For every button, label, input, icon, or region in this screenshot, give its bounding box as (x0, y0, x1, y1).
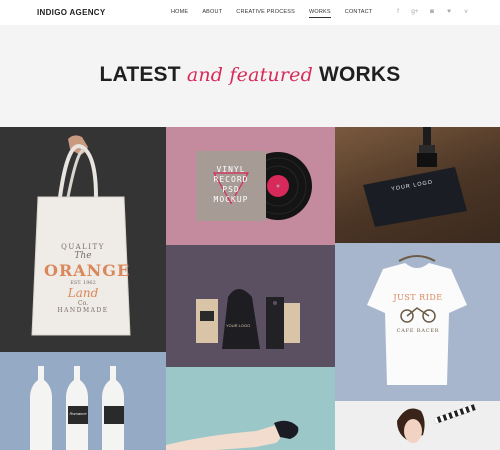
portfolio-tile-model[interactable] (335, 401, 500, 450)
bottle-label-text: Romance (69, 411, 87, 416)
portfolio-tile-shoes[interactable] (166, 367, 335, 450)
portfolio-tile-tote-bag[interactable]: QUALITY The ORANGE EST. 1962 Land Co. HA… (0, 127, 166, 352)
model-illustration (397, 404, 476, 443)
motorcycle-icon (400, 307, 436, 323)
nav-contact[interactable]: CONTACT (345, 9, 373, 18)
vinyl-text-3: PSD (222, 185, 240, 194)
portfolio-tile-business-card[interactable]: YOUR LOGO (335, 127, 500, 243)
vimeo-icon[interactable]: v (462, 8, 470, 15)
portfolio-tile-bottles[interactable]: Romance (0, 352, 166, 450)
shoes-illustration (166, 420, 299, 450)
bags-logo-text: YOUR LOGO (226, 323, 251, 328)
facebook-icon[interactable]: f (394, 8, 402, 15)
portfolio-tile-branding-bags[interactable]: YOUR LOGO (166, 245, 335, 367)
site-header: INDIGO AGENCY HOME ABOUT CREATIVE PROCES… (0, 0, 500, 25)
title-part-works: WORKS (312, 63, 401, 86)
print-orange: ORANGE (44, 261, 131, 280)
print-co: Co. (77, 300, 88, 307)
social-links: f g+ ◙ ♥ v (394, 8, 470, 15)
page-title: LATEST and featured WORKS (0, 63, 500, 87)
main-nav: HOME ABOUT CREATIVE PROCESS WORKS CONTAC… (171, 9, 386, 18)
vinyl-text-1: VINYL (216, 165, 246, 174)
vinyl-cover-text: VINYL RECORD PSD MOCKUP (196, 165, 266, 205)
instagram-icon[interactable]: ◙ (428, 8, 436, 15)
print-quality: QUALITY (61, 243, 105, 251)
portfolio-tile-t-shirt[interactable]: JUST RIDE CAFE RACER (335, 243, 500, 401)
print-land: Land (67, 286, 99, 300)
print-the: The (74, 251, 92, 261)
title-part-latest: LATEST (99, 63, 187, 86)
nav-home[interactable]: HOME (171, 9, 188, 18)
vinyl-text-2: RECORD (213, 175, 249, 184)
vinyl-text-4: MOCKUP (213, 195, 249, 204)
google-plus-icon[interactable]: g+ (411, 8, 419, 15)
nav-creative-process[interactable]: CREATIVE PROCESS (236, 9, 295, 18)
works-hero: LATEST and featured WORKS (0, 25, 500, 127)
title-accent: and featured (186, 64, 313, 86)
t-shirt-print: JUST RIDE CAFE RACER (393, 293, 443, 334)
nav-about[interactable]: ABOUT (202, 9, 222, 18)
shirt-text-2: CAFE RACER (396, 328, 440, 334)
branding-bags-illustration (196, 289, 300, 349)
shirt-text-1: JUST RIDE (393, 293, 443, 302)
bottles-illustration (30, 366, 124, 450)
twitter-icon[interactable]: ♥ (445, 8, 453, 15)
print-handmade: HANDMADE (57, 307, 109, 314)
tote-bag-illustration (0, 127, 166, 352)
nav-works[interactable]: WORKS (309, 9, 331, 18)
brand-logo[interactable]: INDIGO AGENCY (37, 8, 106, 17)
portfolio-tile-vinyl-record[interactable]: VINYL RECORD PSD MOCKUP (166, 127, 335, 245)
tote-bag-print: QUALITY The ORANGE EST. 1962 Land Co. HA… (44, 243, 131, 314)
